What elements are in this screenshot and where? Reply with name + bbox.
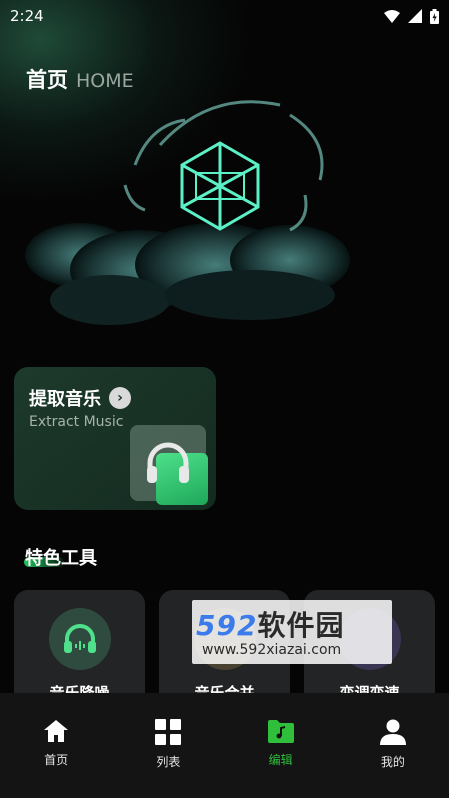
tab-mine[interactable]: 我的 [337, 693, 449, 798]
tab-label: 编辑 [268, 753, 293, 767]
folder-music-icon [267, 720, 294, 743]
chevron-right-icon: › [109, 387, 131, 409]
section-title: 特色工具 [25, 548, 97, 569]
tab-list[interactable]: 列表 [112, 693, 224, 798]
wifi-icon [384, 9, 400, 23]
status-bar: 2:24 [0, 0, 449, 32]
status-time: 2:24 [10, 7, 44, 25]
extract-music-title-text: 提取音乐 [29, 389, 101, 410]
headphone-icon [147, 442, 189, 483]
tab-label: 列表 [156, 755, 181, 769]
tool-card-denoise[interactable]: 音乐降噪 [14, 590, 145, 710]
tab-label: 我的 [380, 755, 405, 769]
watermark-logo: 592软件园 www.592xiazai.com [192, 600, 392, 664]
shell-fragments [123, 100, 324, 232]
signal-icon [408, 9, 422, 23]
grid-icon [155, 719, 182, 745]
tab-edit[interactable]: 编辑 [225, 693, 337, 798]
glowing-cube-logo [180, 141, 260, 231]
bottom-tab-bar: 首页 列表 编辑 我的 [0, 693, 449, 798]
home-icon [44, 720, 69, 742]
tab-home[interactable]: 首页 [0, 693, 112, 798]
extract-music-title: 提取音乐 › [29, 385, 131, 411]
hero-artwork [25, 100, 350, 325]
watermark-brand-number: 592 [196, 609, 258, 642]
watermark-brand-cn: 软件园 [257, 609, 345, 642]
headphone-icon [49, 608, 111, 670]
battery-icon [430, 8, 439, 24]
tab-label: 首页 [44, 753, 69, 767]
user-icon [379, 719, 406, 745]
status-icons [384, 8, 439, 24]
extract-music-card[interactable]: 提取音乐 › Extract Music [14, 367, 216, 510]
cloud-shape [25, 223, 350, 325]
watermark-brand: 592软件园 [196, 604, 344, 644]
watermark-url: www.592xiazai.com [202, 642, 342, 658]
extract-music-subtitle: Extract Music [29, 414, 124, 430]
